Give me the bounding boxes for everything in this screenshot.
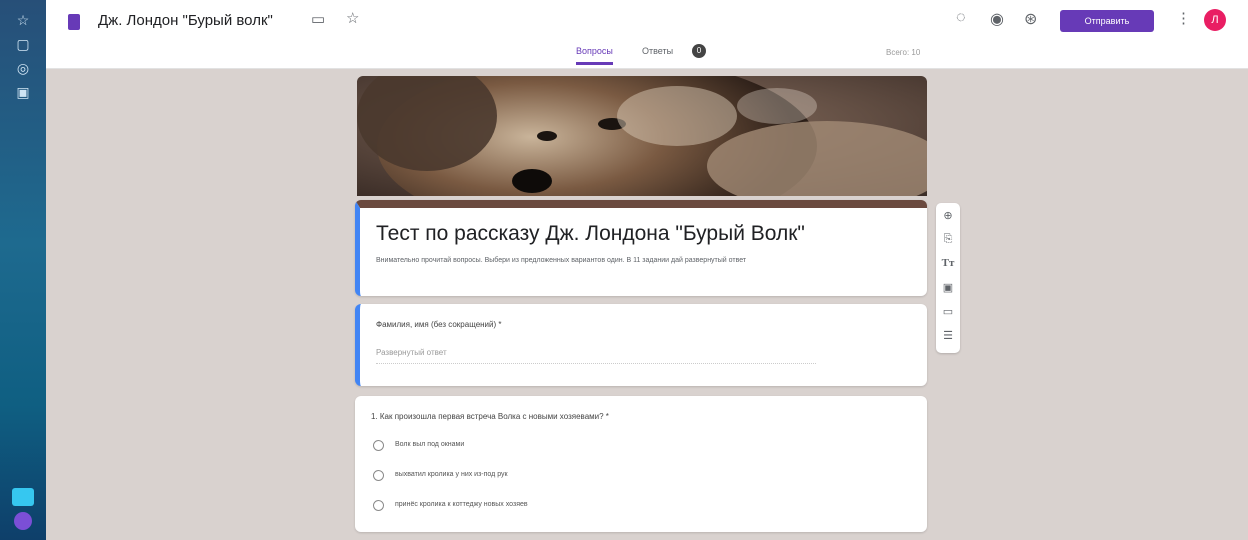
form-description[interactable]: Внимательно прочитай вопросы. Выбери из … xyxy=(376,256,886,266)
palette-icon[interactable]: ◌ xyxy=(956,9,966,27)
star-icon[interactable]: ☆ xyxy=(13,10,33,30)
star-icon[interactable]: ☆ xyxy=(346,9,359,27)
eye-icon[interactable]: ◉ xyxy=(990,9,1004,29)
option-label: выхватил кролика у них из-под рук xyxy=(395,471,508,478)
image-icon[interactable]: ▣ xyxy=(936,281,960,294)
option-label: принёс кролика к коттеджу новых хозяев xyxy=(395,501,528,508)
section-icon[interactable]: ☰ xyxy=(936,329,960,342)
total-score: Всего: 10 xyxy=(886,48,921,57)
question-label: 1. Как произошла первая встреча Волка с … xyxy=(371,412,609,421)
app-launcher-icon[interactable] xyxy=(14,512,32,530)
import-icon[interactable]: ⎘ xyxy=(936,233,960,246)
radio-button[interactable] xyxy=(373,500,384,511)
more-icon[interactable]: ⋮ xyxy=(1176,9,1191,27)
title-icon[interactable]: Tт xyxy=(936,257,960,269)
avatar[interactable]: Л xyxy=(1204,9,1226,31)
target-icon[interactable]: ◎ xyxy=(13,58,33,78)
tab-answers[interactable]: Ответы xyxy=(642,46,673,56)
radio-button[interactable] xyxy=(373,440,384,451)
question-card[interactable]: 1. Как произошла первая встреча Волка с … xyxy=(355,396,927,532)
video-icon[interactable]: ▭ xyxy=(936,305,960,318)
answers-count-badge: 0 xyxy=(692,44,706,58)
radio-button[interactable] xyxy=(373,470,384,481)
form-title-card[interactable]: Тест по рассказу Дж. Лондона "Бурый Волк… xyxy=(355,200,927,296)
forms-doc-icon[interactable] xyxy=(68,14,80,30)
question-card[interactable]: Фамилия, имя (без сокращений) * Разверну… xyxy=(355,304,927,386)
long-answer-field[interactable]: Развернутый ответ xyxy=(376,348,816,364)
option-label: Волк выл под окнами xyxy=(395,441,465,448)
side-toolbar: ⊕ ⎘ Tт ▣ ▭ ☰ xyxy=(936,203,960,353)
app-icon[interactable] xyxy=(12,488,34,506)
document-title[interactable]: Дж. Лондон "Бурый волк" xyxy=(98,12,273,29)
top-bar: Дж. Лондон "Бурый волк" ▭ ☆ ◌ ◉ ⊛ Отправ… xyxy=(46,0,1248,69)
box-icon[interactable]: ▣ xyxy=(13,82,33,102)
question-label: Фамилия, имя (без сокращений) * xyxy=(376,320,502,329)
add-question-icon[interactable]: ⊕ xyxy=(936,209,960,222)
send-button[interactable]: Отправить xyxy=(1060,10,1154,32)
os-sidebar: ☆ ▢ ◎ ▣ xyxy=(0,0,46,540)
tablet-icon[interactable]: ▢ xyxy=(13,34,33,54)
form-title[interactable]: Тест по рассказу Дж. Лондона "Бурый Волк… xyxy=(376,222,805,246)
settings-icon[interactable]: ⊛ xyxy=(1024,9,1037,29)
tab-questions[interactable]: Вопросы xyxy=(576,46,613,65)
header-image xyxy=(357,76,927,196)
folder-icon[interactable]: ▭ xyxy=(311,10,325,28)
